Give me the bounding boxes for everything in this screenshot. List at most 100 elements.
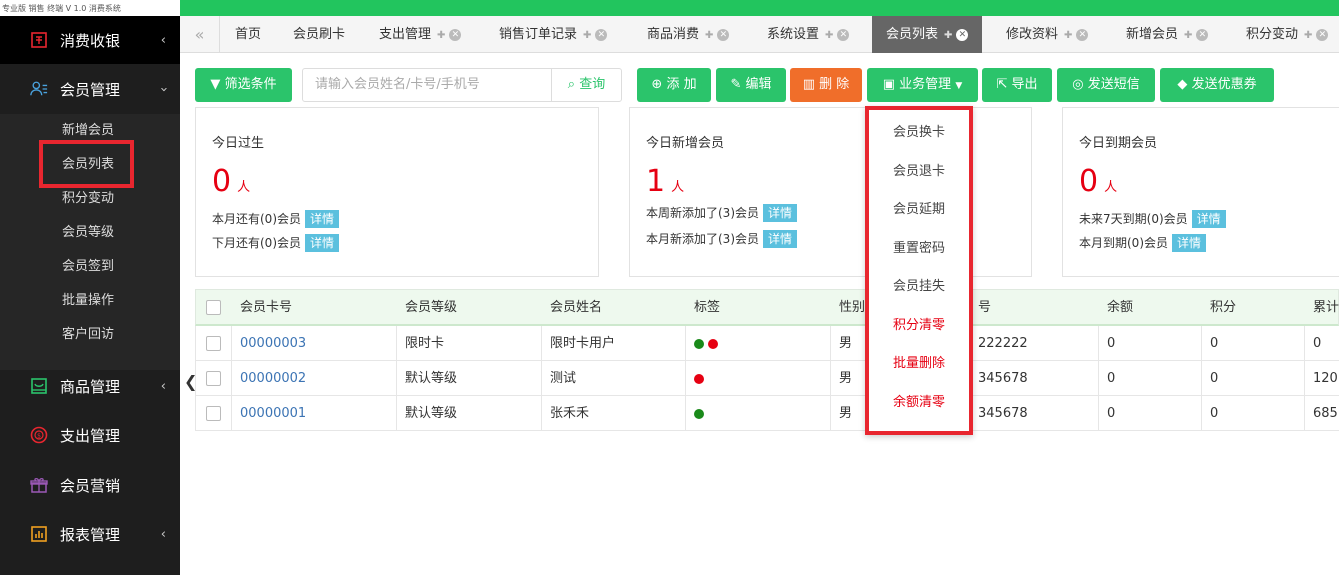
tab-system-settings[interactable]: 系统设置 ✚ ✕ — [767, 16, 850, 53]
send-sms-button[interactable]: ◎ 发送短信 — [1057, 68, 1155, 102]
close-icon[interactable]: ✕ — [449, 28, 462, 41]
tab-scroll-left-icon[interactable]: « — [180, 16, 220, 53]
close-icon[interactable]: ✕ — [595, 28, 608, 41]
add-label: 添 加 — [666, 77, 697, 92]
close-icon[interactable]: ✕ — [717, 28, 730, 41]
menu-item-extend[interactable]: 会员延期 — [869, 191, 969, 229]
col-level[interactable]: 会员等级 — [397, 290, 457, 324]
menu-item-clear-balance[interactable]: 余额清零 — [869, 384, 969, 422]
pin-icon[interactable]: ✚ — [1184, 30, 1192, 41]
tab-add-member[interactable]: 新增会员 ✚ ✕ — [1126, 16, 1209, 53]
detail-badge[interactable]: 详情 — [763, 204, 798, 222]
table-row[interactable]: 00000003 限时卡 限时卡用户 男 222222 0 0 0 — [195, 326, 1339, 361]
filter-button[interactable]: ▼ 筛选条件 — [195, 68, 292, 102]
sidebar-item-member-level[interactable]: 会员等级 — [0, 216, 180, 250]
cell-card[interactable]: 00000003 — [232, 326, 397, 360]
pin-icon[interactable]: ✚ — [583, 30, 591, 41]
menu-item-change-card[interactable]: 会员换卡 — [869, 114, 969, 152]
chevron-left-icon: ‹ — [160, 32, 166, 48]
detail-badge[interactable]: 详情 — [1191, 210, 1226, 228]
detail-badge[interactable]: 详情 — [1172, 234, 1207, 252]
sidebar-section-members[interactable]: 会员管理 › — [0, 64, 180, 114]
cell-card[interactable]: 00000002 — [232, 361, 397, 395]
tab-home[interactable]: 首页 — [235, 16, 261, 53]
detail-badge[interactable]: 详情 — [763, 230, 798, 248]
tab-goods-consume[interactable]: 商品消费 ✚ ✕ — [647, 16, 730, 53]
cell-level: 默认等级 — [397, 361, 542, 395]
search-input[interactable]: 请输入会员姓名/卡号/手机号 — [302, 68, 552, 102]
col-total[interactable]: 累计 — [1305, 290, 1339, 324]
business-menu-button[interactable]: ▣ 业务管理 ▼ — [867, 68, 978, 102]
sms-label: 发送短信 — [1087, 77, 1140, 92]
card-line: 下月还有(0)会员 详情 — [212, 234, 340, 252]
detail-badge[interactable]: 详情 — [305, 234, 340, 252]
card-unit: 人 — [237, 180, 251, 195]
highlight-box-member-list — [39, 140, 134, 188]
send-coupon-button[interactable]: ◆ 发送优惠券 — [1160, 68, 1274, 102]
caption-text: 专业版 销售 终端 V 1.0 消费系统 — [2, 4, 121, 13]
pin-icon[interactable]: ✚ — [944, 30, 952, 41]
menu-item-batch-delete[interactable]: 批量删除 — [869, 345, 969, 383]
sidebar-item-customer-visit[interactable]: 客户回访 — [0, 318, 180, 352]
sidebar-item-member-checkin[interactable]: 会员签到 — [0, 250, 180, 284]
cell-name: 限时卡用户 — [542, 326, 686, 360]
col-card[interactable]: 会员卡号 — [232, 290, 292, 324]
menu-item-report-loss[interactable]: 会员挂失 — [869, 268, 969, 306]
sidebar-section-label: 会员营销 — [60, 476, 121, 495]
sidebar-section-label: 商品管理 — [60, 377, 121, 396]
cell-name: 测试 — [542, 361, 686, 395]
close-icon[interactable]: ✕ — [837, 28, 850, 41]
card-line: 本月到期(0)会员 详情 — [1079, 234, 1207, 252]
add-button[interactable]: ⊕ 添 加 — [637, 68, 711, 102]
menu-item-return-card[interactable]: 会员退卡 — [869, 153, 969, 191]
col-points[interactable]: 积分 — [1202, 290, 1236, 324]
pin-icon[interactable]: ✚ — [705, 30, 713, 41]
menu-item-reset-password[interactable]: 重置密码 — [869, 230, 969, 268]
tab-member-swipe[interactable]: 会员刷卡 — [293, 16, 345, 53]
tab-points-change[interactable]: 积分变动 ✚ ✕ — [1246, 16, 1329, 53]
detail-badge[interactable]: 详情 — [305, 210, 340, 228]
tab-member-list[interactable]: 会员列表 ✚ ✕ — [872, 16, 983, 53]
coupon-label: 发送优惠券 — [1191, 77, 1257, 92]
sidebar-section-cashier[interactable]: 消费收银 ‹ — [0, 16, 180, 64]
col-gender[interactable]: 性别 — [831, 290, 865, 324]
close-icon[interactable]: ✕ — [956, 28, 969, 41]
tab-sales-orders[interactable]: 销售订单记录 ✚ ✕ — [499, 16, 608, 53]
collapse-sidebar-icon[interactable]: ❮ — [184, 372, 197, 391]
sidebar-section-reports[interactable]: 报表管理 ‹ — [0, 510, 180, 558]
col-balance[interactable]: 余额 — [1099, 290, 1133, 324]
col-name[interactable]: 会员姓名 — [542, 290, 602, 324]
card-number: 1人 — [646, 164, 684, 199]
table-row[interactable]: 00000002 默认等级 测试 男 345678 0 0 120 — [195, 361, 1339, 396]
close-icon[interactable]: ✕ — [1076, 28, 1089, 41]
select-all-checkbox[interactable] — [206, 300, 221, 315]
tab-label: 首页 — [235, 27, 262, 42]
sidebar-section-expense[interactable]: $ 支出管理 — [0, 411, 180, 459]
tab-label: 会员刷卡 — [293, 27, 346, 42]
col-tags[interactable]: 标签 — [686, 290, 720, 324]
tab-expense[interactable]: 支出管理 ✚ ✕ — [379, 16, 462, 53]
cell-balance: 0 — [1099, 361, 1202, 395]
col-phone[interactable]: 号 — [970, 290, 991, 324]
sidebar-section-marketing[interactable]: 会员营销 — [0, 461, 180, 509]
sidebar-item-batch-ops[interactable]: 批量操作 — [0, 284, 180, 318]
pin-icon[interactable]: ✚ — [1304, 30, 1312, 41]
pin-icon[interactable]: ✚ — [1064, 30, 1072, 41]
cell-card[interactable]: 00000001 — [232, 396, 397, 430]
delete-button[interactable]: ▥ 删 除 — [790, 68, 862, 102]
tab-edit-profile[interactable]: 修改资料 ✚ ✕ — [1006, 16, 1089, 53]
sidebar-section-goods[interactable]: 商品管理 ‹ — [0, 362, 180, 410]
pin-icon[interactable]: ✚ — [825, 30, 833, 41]
sidebar: 消费收银 ‹ 会员管理 › 新增会员 会员列表 积分变动 会员等级 会员签到 批… — [0, 16, 180, 575]
table-row[interactable]: 00000001 默认等级 张禾禾 男 345678 0 0 685.1 — [195, 396, 1339, 431]
pin-icon[interactable]: ✚ — [437, 30, 445, 41]
close-icon[interactable]: ✕ — [1196, 28, 1209, 41]
gift-icon — [30, 476, 48, 494]
tab-label: 积分变动 — [1246, 27, 1299, 42]
top-bar — [180, 0, 1339, 16]
menu-item-clear-points[interactable]: 积分清零 — [869, 307, 969, 345]
search-button[interactable]: ⌕ 查询 — [551, 68, 622, 102]
close-icon[interactable]: ✕ — [1316, 28, 1329, 41]
edit-button[interactable]: ✎ 编辑 — [716, 68, 786, 102]
export-button[interactable]: ⇱ 导出 — [982, 68, 1052, 102]
